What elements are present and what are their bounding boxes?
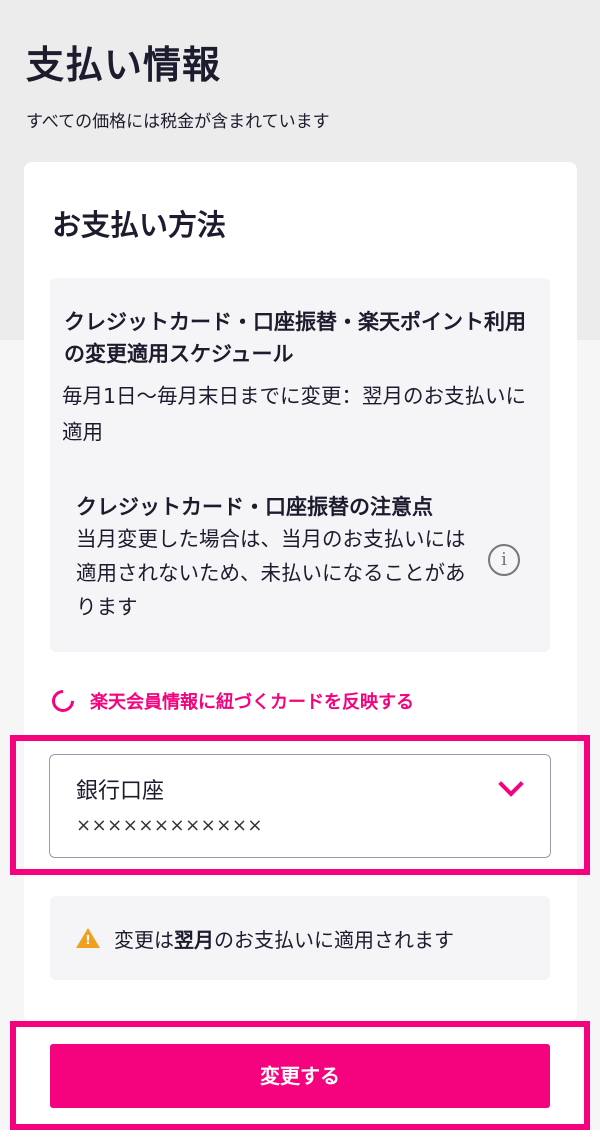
notice-title: クレジットカード・口座振替の注意点 [76, 495, 433, 519]
payment-info-page: 支払い情報 すべての価格には税金が含まれています お支払い方法 クレジットカード… [0, 0, 600, 1130]
notice-body: 当月変更した場合は、当月のお支払いには適用されないため、未払いになることがありま… [76, 527, 466, 619]
payment-method-value: 銀行口座 [76, 779, 165, 804]
sync-card-link[interactable]: 楽天会員情報に紐づくカードを反映する [47, 685, 414, 717]
warning-text-suffix: のお支払いに適用されます [214, 928, 454, 952]
submit-change-button[interactable]: 変更する [50, 1044, 550, 1108]
payment-method-select[interactable]: 銀行口座 ×××××××××××× [49, 754, 551, 858]
warning-icon-mark: ! [85, 933, 91, 947]
warning-box: ! 変更は翌月のお支払いに適用されます [50, 896, 550, 980]
schedule-info-box: クレジットカード・口座振替・楽天ポイント利用の変更適用スケジュール 毎月1日〜毎… [50, 278, 550, 652]
payment-method-card: お支払い方法 クレジットカード・口座振替・楽天ポイント利用の変更適用スケジュール… [24, 162, 577, 1022]
chevron-down-icon [498, 771, 524, 797]
warning-text-emphasis: 翌月 [174, 928, 214, 952]
section-title: お支払い方法 [52, 208, 227, 242]
schedule-title: クレジットカード・口座振替・楽天ポイント利用の変更適用スケジュール [64, 310, 526, 366]
info-icon[interactable]: i [488, 544, 520, 576]
schedule-body: 毎月1日〜毎月末日までに変更：翌月のお支払いに適用 [62, 384, 527, 444]
page-header: 支払い情報 すべての価格には税金が含まれています [26, 34, 330, 132]
page-title: 支払い情報 [26, 43, 222, 87]
refresh-icon [47, 685, 79, 717]
account-number-masked: ×××××××××××× [76, 815, 263, 836]
page-subtitle: すべての価格には税金が含まれています [26, 112, 330, 132]
warning-text: 変更は翌月のお支払いに適用されます [114, 924, 454, 953]
sync-card-label: 楽天会員情報に紐づくカードを反映する [90, 692, 414, 713]
warning-text-prefix: 変更は [114, 928, 174, 952]
